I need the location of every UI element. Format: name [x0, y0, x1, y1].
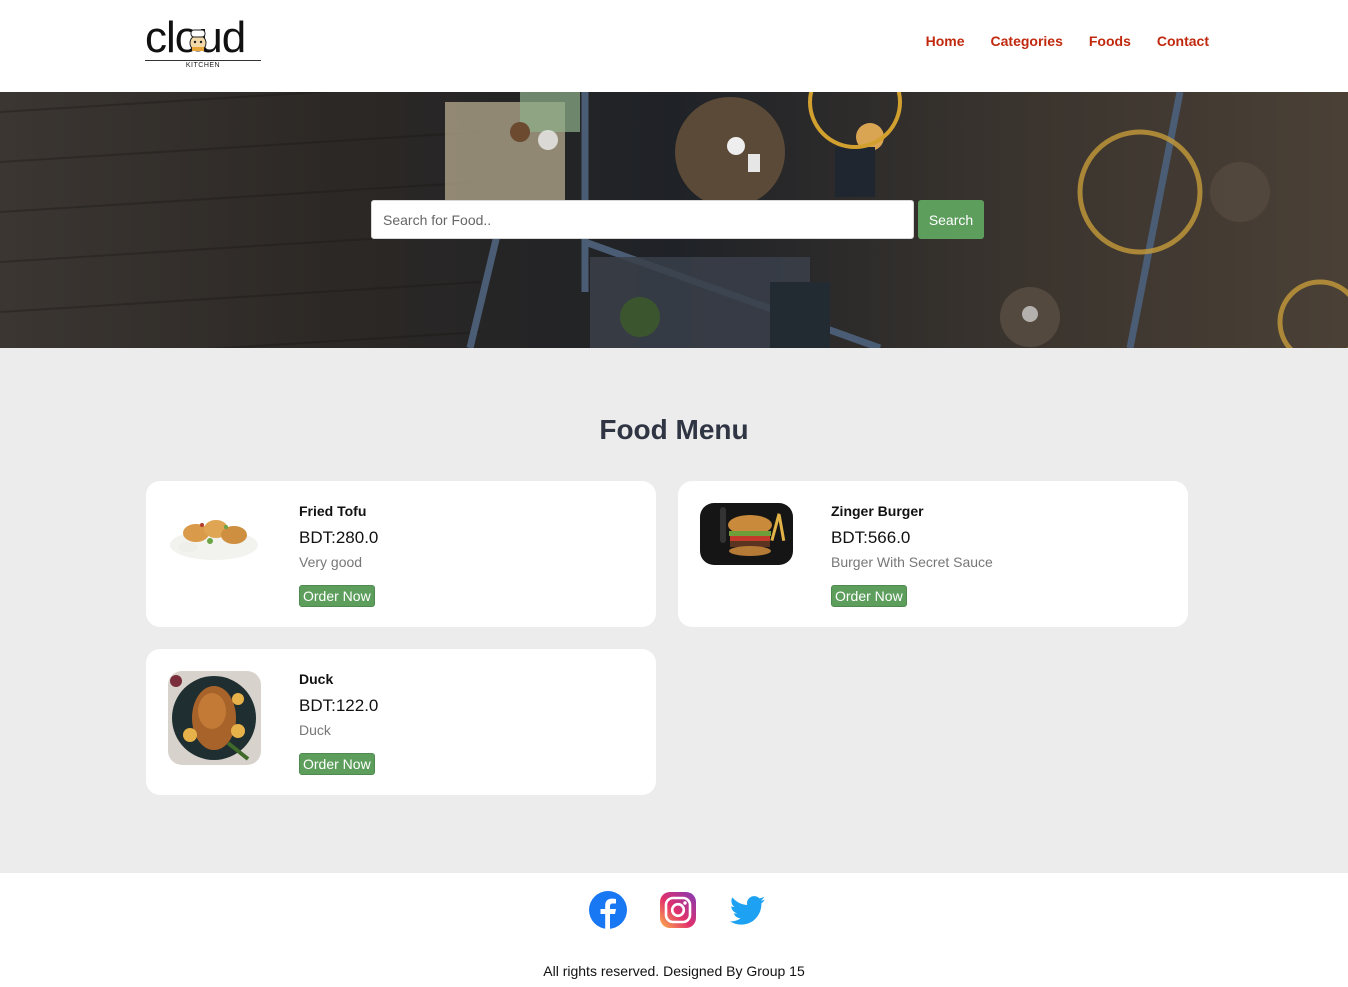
nav-contact[interactable]: Contact	[1157, 33, 1209, 49]
food-description: Duck	[299, 722, 331, 738]
food-price: BDT:122.0	[299, 696, 379, 715]
cloud-kitchen-logo[interactable]: cloud KITCHEN	[145, 16, 263, 70]
nav-foods[interactable]: Foods	[1089, 33, 1131, 49]
order-now-button[interactable]: Order Now	[299, 585, 375, 607]
facebook-icon[interactable]	[589, 891, 627, 929]
food-name: Fried Tofu	[299, 503, 367, 519]
zinger-burger-image	[700, 503, 793, 565]
search-input[interactable]	[371, 200, 914, 239]
instagram-icon[interactable]	[659, 891, 697, 929]
food-description: Very good	[299, 554, 363, 570]
food-name: Duck	[299, 671, 334, 687]
food-name: Zinger Burger	[831, 503, 924, 519]
copyright-text: All rights reserved. Designed By Group 1…	[543, 963, 805, 979]
hero-banner: Search	[0, 92, 1348, 348]
food-card: Duck BDT:122.0 Duck Order Now	[146, 649, 656, 795]
site-footer: All rights reserved. Designed By Group 1…	[0, 873, 1348, 987]
order-now-button[interactable]: Order Now	[299, 753, 375, 775]
logo-subtitle: KITCHEN	[145, 60, 261, 70]
search-button[interactable]: Search	[918, 200, 984, 239]
main-nav: Home Categories Foods Contact	[926, 33, 1209, 49]
nav-categories[interactable]: Categories	[991, 33, 1063, 49]
food-price: BDT:280.0	[299, 528, 379, 547]
nav-home[interactable]: Home	[926, 33, 965, 49]
chef-mascot-icon	[189, 29, 207, 52]
food-card: Fried Tofu BDT:280.0 Very good Order Now	[146, 481, 656, 627]
twitter-icon[interactable]	[729, 891, 767, 929]
fried-tofu-image	[168, 503, 261, 565]
food-price: BDT:566.0	[831, 528, 911, 547]
food-menu-title: Food Menu	[599, 414, 749, 445]
site-header: cloud KITCHEN Home Categories Foods Cont…	[0, 0, 1348, 92]
food-card: Zinger Burger BDT:566.0 Burger With Secr…	[678, 481, 1188, 627]
order-now-button[interactable]: Order Now	[831, 585, 907, 607]
food-description: Burger With Secret Sauce	[831, 554, 993, 570]
duck-image	[168, 671, 261, 765]
